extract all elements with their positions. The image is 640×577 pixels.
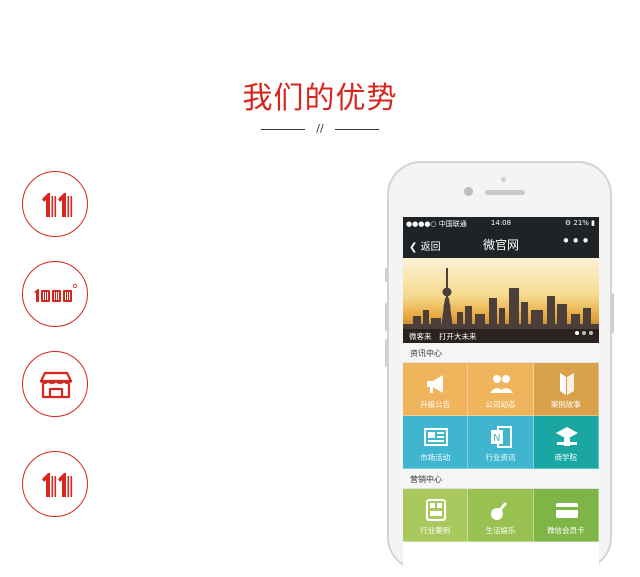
eleven-icon [42, 473, 73, 497]
storefront-icon [39, 371, 73, 399]
page-title: 我们的优势 [242, 81, 398, 116]
phone-mockup: ●●●●○ 中国联通 14:08 ⚙ 21% ▮ ❮ 返回 微官网 ••• 微客… [385, 161, 614, 577]
title-divider: // [261, 122, 379, 135]
case-icon [426, 499, 446, 521]
tile-industry-cases[interactable]: 行业案例 [403, 489, 469, 542]
newspaper-icon [424, 428, 448, 446]
section-header: 营销中心 [403, 469, 599, 489]
carousel-dot[interactable] [589, 331, 593, 335]
users-icon [490, 375, 514, 393]
banner-caption: 微客来 打开大未来 [409, 332, 477, 341]
tile-life-entertainment[interactable]: 生活娱乐 [468, 489, 534, 542]
nav-bar: ❮ 返回 微官网 ••• [403, 230, 599, 258]
banner-caption-bar: 微客来 打开大未来 [403, 329, 599, 343]
feature-circle-1 [22, 171, 88, 237]
divider-mark: // [316, 122, 324, 135]
section-header: 资讯中心 [403, 343, 599, 363]
phone-screen: ●●●●○ 中国联通 14:08 ⚙ 21% ▮ ❮ 返回 微官网 ••• 微客… [403, 217, 599, 577]
feature-circle-4 [22, 451, 88, 517]
carousel-dot[interactable] [575, 331, 579, 335]
graduation-icon [555, 427, 578, 446]
carousel-dot[interactable] [582, 331, 586, 335]
guitar-icon [491, 501, 508, 520]
thousand-icon [34, 283, 78, 302]
tile-grid: 升级公告 公司动态 案例故事 市场活动 N 行业资讯 商学院 [403, 363, 599, 469]
more-menu-button[interactable]: ••• [561, 232, 591, 250]
tile-market-events[interactable]: 市场活动 [403, 416, 469, 469]
megaphone-icon [427, 375, 443, 393]
tile-business-school[interactable]: 商学院 [533, 416, 599, 469]
tile-company-news[interactable]: 公司动态 [468, 363, 534, 416]
feature-circle-2 [22, 261, 88, 327]
tile-industry-news[interactable]: N 行业资讯 [468, 416, 534, 469]
svg-text:N: N [493, 433, 500, 444]
book-icon [559, 373, 574, 395]
battery-label: ⚙ 21% ▮ [564, 219, 595, 227]
speaker-grille [485, 190, 525, 195]
tile-case-stories[interactable]: 案例故事 [533, 363, 599, 416]
carousel-dots[interactable] [572, 320, 593, 339]
eleven-icon [42, 193, 73, 217]
camera-icon [464, 187, 473, 196]
banner-carousel[interactable]: 微客来 打开大未来 [403, 258, 599, 343]
status-bar: ●●●●○ 中国联通 14:08 ⚙ 21% ▮ [403, 217, 599, 230]
onenote-icon: N [491, 426, 513, 448]
card-icon [555, 503, 578, 518]
tile-grid: 行业案例 生活娱乐 微信会员卡 [403, 489, 599, 542]
tile-member-card[interactable]: 微信会员卡 [533, 489, 599, 542]
feature-circle-3 [22, 351, 88, 417]
tile-upgrade-notice[interactable]: 升级公告 [403, 363, 469, 416]
